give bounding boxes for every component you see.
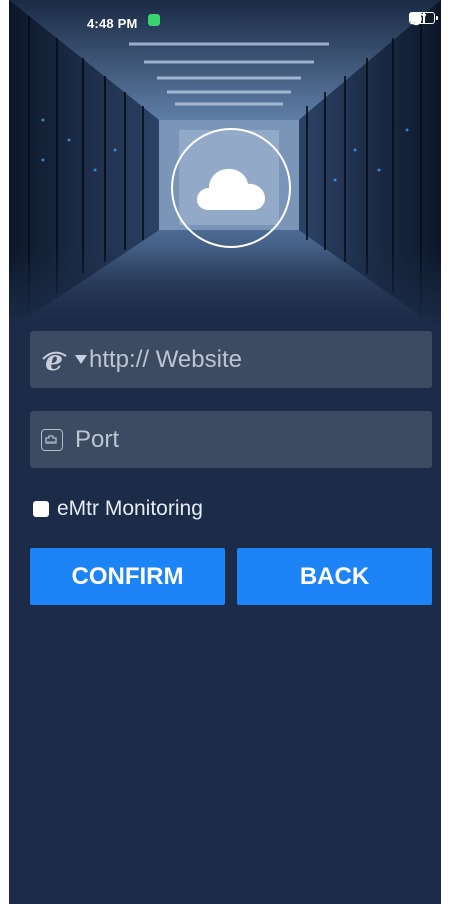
browser-icon: e [41, 344, 67, 377]
port-field[interactable]: Port [30, 411, 432, 468]
website-input[interactable]: http:// Website [89, 346, 242, 374]
svg-text:e: e [45, 347, 63, 373]
port-icon [41, 428, 63, 451]
cloud-icon [197, 168, 265, 210]
website-field[interactable]: e http:// Website [30, 331, 432, 388]
monitoring-checkbox[interactable] [33, 501, 49, 517]
back-button[interactable]: BACK [237, 548, 432, 605]
monitoring-label: eMtr Monitoring [57, 497, 203, 520]
protocol-dropdown-icon[interactable] [75, 355, 87, 364]
status-icons: 67 [409, 12, 438, 26]
notification-app-icon [148, 14, 160, 26]
status-time: 4:48 PM [87, 16, 138, 31]
confirm-button[interactable]: CONFIRM [30, 548, 225, 605]
monitoring-option[interactable]: eMtr Monitoring [33, 497, 203, 521]
app-screen: 4:48 PM 67 e http:// Website Port eMtr M… [9, 0, 441, 904]
cloud-logo [171, 128, 291, 248]
server-room-banner: 4:48 PM 67 [9, 0, 441, 330]
status-bar: 4:48 PM 67 [9, 0, 441, 40]
battery-icon: 67 [409, 12, 438, 24]
port-input[interactable]: Port [75, 426, 119, 454]
